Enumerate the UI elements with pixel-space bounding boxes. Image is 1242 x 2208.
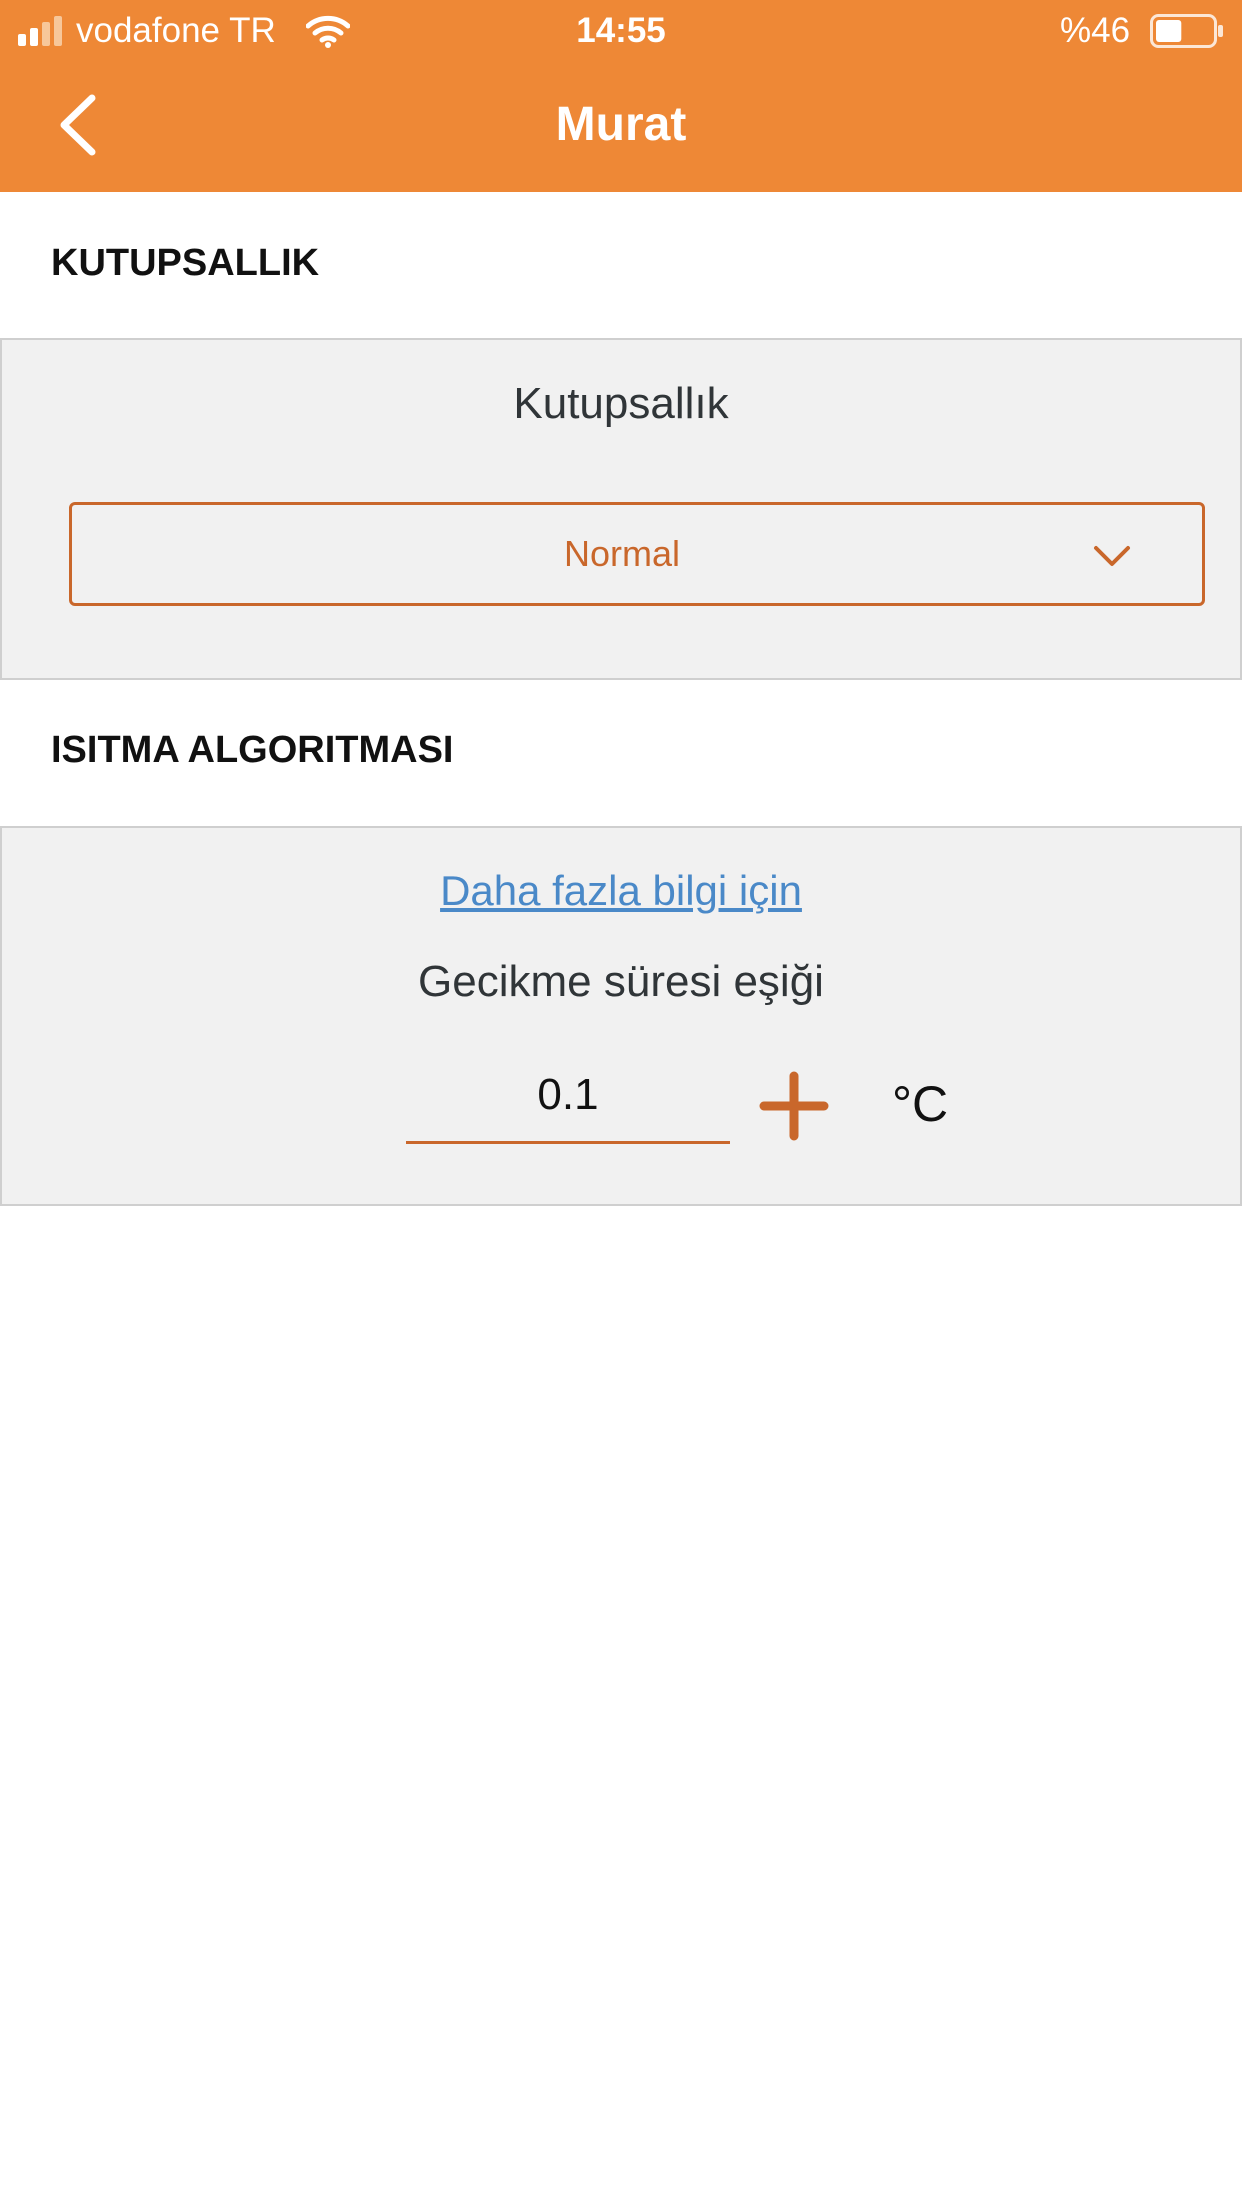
polarity-selected-value: Normal xyxy=(563,533,680,574)
app-header: vodafone TR 14:55 %46 Murat xyxy=(0,0,1242,192)
clock: 14:55 xyxy=(576,11,666,50)
more-info-link[interactable]: Daha fazla bilgi için xyxy=(2,864,1240,918)
polarity-section-heading: KUTUPSALLIK xyxy=(51,242,320,284)
battery-percent: %46 xyxy=(1060,11,1131,50)
chevron-down-icon xyxy=(1094,546,1130,566)
heating-section-heading: ISITMA ALGORITMASI xyxy=(51,729,454,771)
polarity-label: Kutupsallık xyxy=(513,379,729,428)
status-bar: vodafone TR 14:55 %46 xyxy=(0,0,1242,62)
battery-icon xyxy=(1150,14,1223,48)
page-title: Murat xyxy=(555,98,687,151)
threshold-input[interactable] xyxy=(406,1048,730,1144)
polarity-panel: Kutupsallık Normal xyxy=(0,338,1242,680)
plus-icon[interactable] xyxy=(758,1070,830,1142)
threshold-label: Gecikme süresi eşiği xyxy=(418,957,824,1006)
heating-panel: Daha fazla bilgi için Gecikme süresi eşi… xyxy=(0,826,1242,1206)
polarity-select[interactable]: Normal xyxy=(69,502,1205,606)
temperature-unit: °C xyxy=(892,1076,949,1132)
